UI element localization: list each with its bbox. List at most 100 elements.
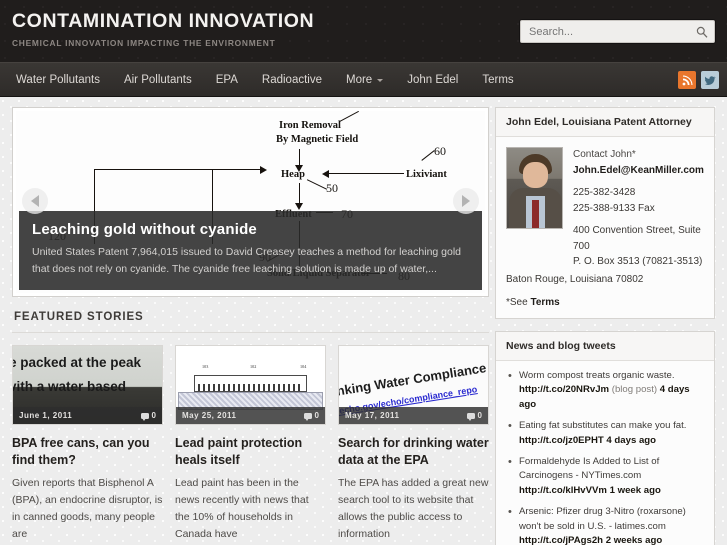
- nav-item-label: Water Pollutants: [16, 73, 100, 86]
- diagram-number: 104: [300, 364, 307, 369]
- thumbnail-meta: June 1, 2011 0: [13, 407, 162, 424]
- chevron-left-icon: [31, 195, 39, 207]
- story-card[interactable]: 103 102 104 May 25, 2011 0 Lead paint pr…: [175, 345, 326, 543]
- main-content: Iron Removal By Magnetic Field Heap Lixi…: [0, 107, 489, 545]
- diagram-arrow-stem: [329, 173, 404, 175]
- site-tagline: Chemical Innovation Impacting the Enviro…: [12, 37, 276, 48]
- tweet-text: Eating fat substitutes can make you fat.: [519, 420, 687, 432]
- diagram-number: 103: [202, 364, 209, 369]
- diagram-number: 102: [250, 364, 257, 369]
- terms-note: *See Terms: [506, 297, 704, 308]
- comment-count[interactable]: 0: [140, 411, 156, 421]
- nav-item-water-pollutants[interactable]: Water Pollutants: [4, 63, 112, 97]
- story-excerpt: Lead paint has been in the news recently…: [175, 477, 309, 541]
- social-links: [678, 71, 719, 89]
- tweet-text: Formaldehyde Is Added to List of Carcino…: [519, 455, 660, 482]
- chevron-right-icon: [462, 195, 470, 207]
- tweet-link[interactable]: http://t.co/jPAgs2h: [519, 535, 603, 545]
- story-date: June 1, 2011: [19, 411, 73, 420]
- page-body: Iron Removal By Magnetic Field Heap Lixi…: [0, 97, 727, 545]
- tweet-note: (blog post): [609, 384, 660, 396]
- contact-widget-heading: John Edel, Louisiana Patent Attorney: [496, 108, 714, 137]
- story-thumbnail[interactable]: rinking Water Compliance Se pa-echo.gov/…: [338, 345, 489, 425]
- nav-item-more[interactable]: More: [334, 63, 395, 97]
- comment-number: 0: [151, 411, 156, 420]
- nav-item-air-pollutants[interactable]: Air Pollutants: [112, 63, 204, 97]
- nav-item-label: John Edel: [407, 73, 459, 86]
- nav-item-label: Radioactive: [261, 73, 322, 86]
- slide-excerpt: United States Patent 7,964,015 issued to…: [32, 246, 462, 275]
- slider-prev-button[interactable]: [22, 188, 48, 214]
- thumbnail-text: e packed at the peak: [13, 355, 142, 370]
- featured-stories-heading: Featured Stories: [12, 297, 489, 333]
- nav-item-label: Air Pollutants: [123, 73, 192, 86]
- featured-slider[interactable]: Iron Removal By Magnetic Field Heap Lixi…: [12, 107, 489, 297]
- contact-email[interactable]: John.Edel@KeanMiller.com: [573, 163, 704, 179]
- comment-number: 0: [477, 411, 482, 420]
- tweets-widget: News and blog tweets Worm compost treats…: [495, 331, 715, 545]
- diagram-line: [94, 169, 260, 171]
- terms-link[interactable]: Terms: [530, 297, 559, 308]
- tweet-link[interactable]: http://t.co/klHvVVm: [519, 485, 607, 496]
- nav-item-john-edel[interactable]: John Edel: [395, 63, 470, 97]
- diagram-number: 50: [326, 181, 338, 195]
- twitter-icon[interactable]: [701, 71, 719, 89]
- chevron-down-icon: [377, 79, 384, 82]
- comment-count[interactable]: 0: [466, 411, 482, 421]
- nav-item-label: EPA: [215, 73, 238, 86]
- slide-caption: Leaching gold without cyanide United Sta…: [19, 211, 482, 290]
- nav-item-epa[interactable]: EPA: [204, 63, 250, 97]
- main-navigation: Water Pollutants Air Pollutants EPA Radioac…: [0, 62, 727, 97]
- diagram-leader: [339, 111, 359, 123]
- slide-title[interactable]: Leaching gold without cyanide: [32, 221, 469, 238]
- nav-item-radioactive[interactable]: Radioactive: [250, 63, 334, 97]
- diagram-arrowhead: [322, 170, 329, 178]
- tweet-item[interactable]: Arsenic: Pfizer drug 3-Nitro (roxarsone)…: [506, 504, 704, 545]
- diagram-number: 60: [434, 144, 446, 158]
- search-icon[interactable]: [694, 26, 714, 38]
- tweet-item[interactable]: Eating fat substitutes can make you fat.…: [506, 418, 704, 448]
- diagram-arrow-stem: [299, 183, 301, 205]
- comment-bubble-icon: [140, 412, 149, 421]
- comment-bubble-icon: [466, 412, 475, 421]
- search-box[interactable]: [520, 20, 715, 43]
- story-thumbnail[interactable]: 103 102 104 May 25, 2011 0: [175, 345, 326, 425]
- search-input[interactable]: [521, 25, 694, 38]
- photo-tie: [532, 200, 539, 228]
- tweet-item[interactable]: Formaldehyde Is Added to List of Carcino…: [506, 454, 704, 498]
- story-title[interactable]: Search for drinking water data at the EP…: [338, 435, 489, 468]
- diagram-label: Lixiviant: [406, 169, 447, 180]
- diagram-dots: [198, 384, 303, 391]
- story-card[interactable]: e packed at the peak vith a water based …: [12, 345, 163, 543]
- diagram-leader: [421, 150, 435, 161]
- story-title[interactable]: BPA free cans, can you find them?: [12, 435, 163, 468]
- diagram-label: Iron Removal: [279, 120, 341, 131]
- tweet-item[interactable]: Worm compost treats organic waste. http:…: [506, 368, 704, 412]
- nav-item-terms[interactable]: Terms: [470, 63, 525, 97]
- nav-item-label: Terms: [482, 73, 514, 86]
- diagram-leader: [306, 179, 328, 190]
- tweet-text: Worm compost treats organic waste.: [519, 370, 675, 381]
- tweet-link[interactable]: http://t.co/jz0EPHT: [519, 435, 604, 446]
- brand[interactable]: Contamination Innovation Chemical Innova…: [12, 10, 315, 48]
- story-title[interactable]: Lead paint protection heals itself: [175, 435, 326, 468]
- story-excerpt: Given reports that Bisphenol A (BPA), an…: [12, 477, 163, 541]
- rss-icon[interactable]: [678, 71, 696, 89]
- story-thumbnail[interactable]: e packed at the peak vith a water based …: [12, 345, 163, 425]
- thumbnail-text: vith a water based: [13, 379, 127, 394]
- story-card[interactable]: rinking Water Compliance Se pa-echo.gov/…: [338, 345, 489, 543]
- contact-row: Contact John* John.Edel@KeanMiller.com 2…: [506, 147, 704, 270]
- slide-image: Iron Removal By Magnetic Field Heap Lixi…: [16, 111, 485, 293]
- tweet-link[interactable]: http://t.co/20NRvJm: [519, 384, 609, 395]
- slider-next-button[interactable]: [453, 188, 479, 214]
- contact-address-line-3: Baton Rouge, Louisiana 70802: [506, 273, 644, 285]
- site-title: Contamination Innovation: [12, 10, 315, 32]
- nav-item-label: More: [345, 73, 373, 86]
- diagram-arrowhead: [260, 166, 267, 174]
- comment-count[interactable]: 0: [303, 411, 319, 421]
- thumbnail-meta: May 25, 2011 0: [176, 407, 325, 424]
- tweets-widget-heading: News and blog tweets: [496, 332, 714, 361]
- photo-face: [523, 162, 548, 188]
